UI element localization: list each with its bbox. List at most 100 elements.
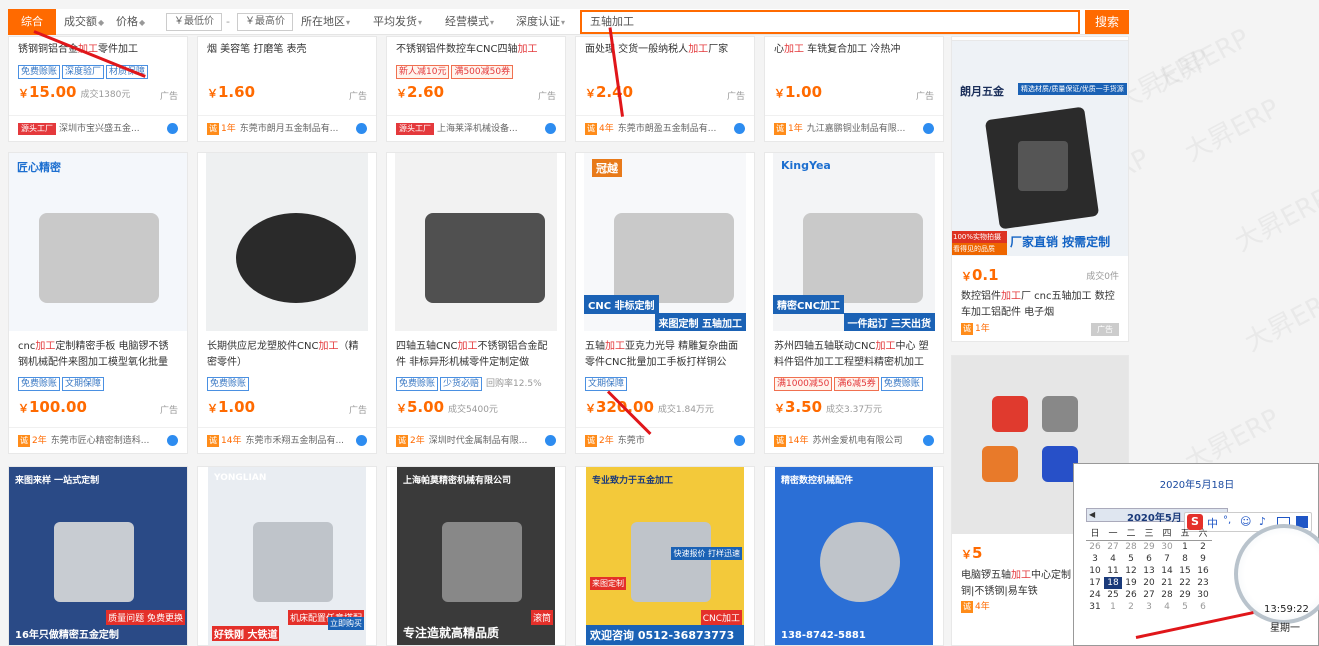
product-card[interactable]: YONGLIAN 好铁刚 大铁道 机床配置任意搭配 立即购买 — [197, 466, 377, 646]
product-card[interactable]: KingYea 精密CNC加工 一件起订 三天出货苏州四轴五轴联动CNC加工中心 塑… — [764, 152, 944, 454]
product-title[interactable]: 苏州四轴五轴联动CNC加工中心 塑料件铝件加工工程塑料精密机加工 — [774, 339, 934, 371]
calendar-day[interactable]: 5 — [1176, 601, 1194, 613]
shop-name[interactable]: 上海莱泽机械设备... — [437, 124, 518, 134]
product-card[interactable]: 不锈钢铝件数控车CNC四轴加工 新人减10元 满500减50券 ￥2.60 广告 源头工厂… — [386, 36, 566, 142]
product-card[interactable]: 精密数控机械配件 138-8742-5881 — [764, 466, 944, 646]
calendar-day[interactable]: 26 — [1122, 589, 1140, 601]
calendar-day[interactable]: 28 — [1122, 541, 1140, 554]
calendar-day[interactable]: 20 — [1140, 577, 1158, 589]
calendar-day[interactable]: 5 — [1122, 553, 1140, 565]
shop-name[interactable]: 深圳市宝兴盛五金... — [59, 124, 140, 134]
calendar-day[interactable]: 14 — [1158, 565, 1176, 577]
sort-comprehensive[interactable]: 综合 — [8, 9, 56, 35]
product-image[interactable]: 上海帕莫精密机械有限公司 专注造就高精品质 滚筒 — [397, 467, 555, 645]
calendar-day[interactable]: 29 — [1176, 589, 1194, 601]
shop-name[interactable]: 东莞市 — [618, 436, 645, 446]
product-image[interactable] — [395, 153, 557, 331]
product-title[interactable]: 不锈钢铝件数控车CNC四轴加工 — [396, 42, 556, 58]
calendar-day[interactable]: 30 — [1194, 589, 1212, 601]
shop-name[interactable]: 东莞市朗月五金制品有... — [240, 124, 339, 134]
calendar-day[interactable]: 3 — [1140, 601, 1158, 613]
filter-cert[interactable]: 深度认证▾ — [516, 9, 565, 35]
sort-price[interactable]: 价格◆ — [116, 9, 145, 35]
calendar-day[interactable]: 10 — [1086, 565, 1104, 577]
calendar-day[interactable]: 27 — [1140, 589, 1158, 601]
calendar-day[interactable]: 23 — [1194, 577, 1212, 589]
product-title[interactable]: 烟 美容笔 打磨笔 表壳 — [207, 42, 367, 58]
calendar-day[interactable]: 11 — [1104, 565, 1122, 577]
chat-icon[interactable] — [167, 435, 178, 446]
calendar-day[interactable]: 1 — [1104, 601, 1122, 613]
coupon-tag[interactable]: 满1000减50 — [774, 377, 833, 391]
shop-row[interactable]: 诚 1年 九江嘉鹏铜业制品有限... — [765, 115, 943, 141]
shop-row[interactable]: 诚 14年 苏州金爱机电有限公司 — [765, 427, 943, 453]
shop-row[interactable]: 诚 1年 东莞市朗月五金制品有... — [198, 115, 376, 141]
calendar-day[interactable]: 12 — [1122, 565, 1140, 577]
shop-row[interactable]: 诚 4年 东莞市朗盈五金制品有... — [576, 115, 754, 141]
calendar-day[interactable]: 9 — [1194, 553, 1212, 565]
product-image[interactable]: 专业致力于五金加工源头工厂CNC加工快速报价 打样迅速来图定制欢迎咨询 0512… — [586, 467, 744, 645]
product-title[interactable]: cnc加工定制精密手板 电脑锣不锈钢机械配件来图加工模型氧化批量 — [18, 339, 178, 371]
product-card[interactable]: 长期供应尼龙塑胶件CNC加工（精密零件） 免费赊账 ￥1.00 广告诚 14年 东莞市禾翔… — [197, 152, 377, 454]
shop-name[interactable]: 东莞市匠心精密制造科... — [51, 436, 150, 446]
product-card[interactable]: 来图来样 一站式定制 16年只做精密五金定制 质量问题 免费更换 — [8, 466, 188, 646]
calendar-day[interactable]: 19 — [1122, 577, 1140, 589]
calendar-day[interactable]: 6 — [1194, 601, 1212, 613]
product-card[interactable]: 匠心精密 cnc加工定制精密手板 电脑锣不锈钢机械配件来图加工模型氧化批量 免费赊账… — [8, 152, 188, 454]
product-card[interactable]: 心加工 车铣复合加工 冷热冲 ￥1.00 广告诚 1年 九江嘉鹏铜业制品有限... — [764, 36, 944, 142]
product-image[interactable]: 来图来样 一站式定制 16年只做精密五金定制 质量问题 免费更换 — [9, 467, 187, 645]
chat-icon[interactable] — [734, 123, 745, 134]
product-image[interactable]: 朗月五金 精选材质/质量保证/优质一手货源 100%实物拍摄 看得见的品质 厂家… — [952, 41, 1128, 256]
calendar-day[interactable]: 26 — [1086, 541, 1104, 554]
chat-icon[interactable] — [356, 435, 367, 446]
shop-row[interactable]: 诚 2年 深圳时代金属制品有限... — [387, 427, 565, 453]
calendar-day[interactable]: 24 — [1086, 589, 1104, 601]
product-card[interactable]: 冠越 CNC 非标定制 来图定制 五轴加工五轴加工亚克力光导 精雕复杂曲面零件CNC… — [575, 152, 755, 454]
prev-month-icon[interactable]: ◀ — [1089, 510, 1095, 519]
calendar-day[interactable]: 17 — [1086, 577, 1104, 589]
product-image[interactable] — [206, 153, 368, 331]
calendar-day[interactable]: 1 — [1176, 541, 1194, 554]
calendar-day[interactable]: 21 — [1158, 577, 1176, 589]
side-card-2[interactable]: 朗月五金 精选材质/质量保证/优质一手货源 100%实物拍摄 看得见的品质 厂家… — [951, 40, 1129, 342]
max-price-input[interactable]: ￥最高价 — [237, 13, 293, 31]
coupon-tag[interactable]: 新人减10元 — [396, 65, 450, 79]
shop-name[interactable]: 东莞市禾翔五金制品有... — [245, 436, 344, 446]
product-image[interactable]: 冠越 CNC 非标定制 来图定制 五轴加工 — [584, 153, 746, 331]
product-title[interactable]: 五轴加工亚克力光导 精雕复杂曲面零件CNC批量加工手板打样铜公 — [585, 339, 745, 371]
shop-row[interactable]: 源头工厂 深圳市宝兴盛五金... — [9, 115, 187, 141]
calendar-day[interactable]: 6 — [1140, 553, 1158, 565]
chat-icon[interactable] — [923, 435, 934, 446]
calendar-day[interactable]: 25 — [1104, 589, 1122, 601]
calendar-day[interactable]: 7 — [1158, 553, 1176, 565]
product-title[interactable]: 心加工 车铣复合加工 冷热冲 — [774, 42, 934, 58]
calendar-day[interactable]: 2 — [1122, 601, 1140, 613]
shop-row[interactable]: 诚 14年 东莞市禾翔五金制品有... — [198, 427, 376, 453]
chat-icon[interactable] — [356, 123, 367, 134]
product-title[interactable]: 长期供应尼龙塑胶件CNC加工（精密零件） — [207, 339, 367, 371]
shop-name[interactable]: 九江嘉鹏铜业制品有限... — [807, 124, 906, 134]
calendar-day[interactable]: 4 — [1158, 601, 1176, 613]
calendar-day[interactable]: 22 — [1176, 577, 1194, 589]
microphone-icon[interactable]: ♪ — [1259, 515, 1266, 528]
calendar-day[interactable]: 3 — [1086, 553, 1104, 565]
product-image[interactable]: KingYea 精密CNC加工 一件起订 三天出货 — [773, 153, 935, 331]
product-image[interactable]: YONGLIAN 好铁刚 大铁道 机床配置任意搭配 立即购买 — [208, 467, 366, 645]
product-image[interactable]: 匠心精密 — [9, 153, 187, 331]
calendar-day[interactable]: 2 — [1194, 541, 1212, 554]
filter-avg-ship[interactable]: 平均发货▾ — [373, 9, 422, 35]
calendar-day[interactable]: 28 — [1158, 589, 1176, 601]
calendar-day[interactable]: 29 — [1140, 541, 1158, 554]
emoji-icon[interactable]: ☺ — [1240, 515, 1251, 528]
product-card[interactable]: 上海帕莫精密机械有限公司 专注造就高精品质 滚筒 — [386, 466, 566, 646]
calendar-day[interactable]: 18 — [1104, 577, 1122, 589]
calendar-day[interactable]: 30 — [1158, 541, 1176, 554]
chat-icon[interactable] — [545, 123, 556, 134]
shop-name[interactable]: 东莞市朗盈五金制品有... — [618, 124, 717, 134]
calendar-day[interactable]: 15 — [1176, 565, 1194, 577]
filter-biz-mode[interactable]: 经营模式▾ — [445, 9, 494, 35]
calendar-day[interactable]: 16 — [1194, 565, 1212, 577]
search-button[interactable]: 搜索 — [1085, 10, 1129, 34]
calendar-day[interactable]: 13 — [1140, 565, 1158, 577]
filter-location[interactable]: 所在地区▾ — [301, 9, 350, 35]
